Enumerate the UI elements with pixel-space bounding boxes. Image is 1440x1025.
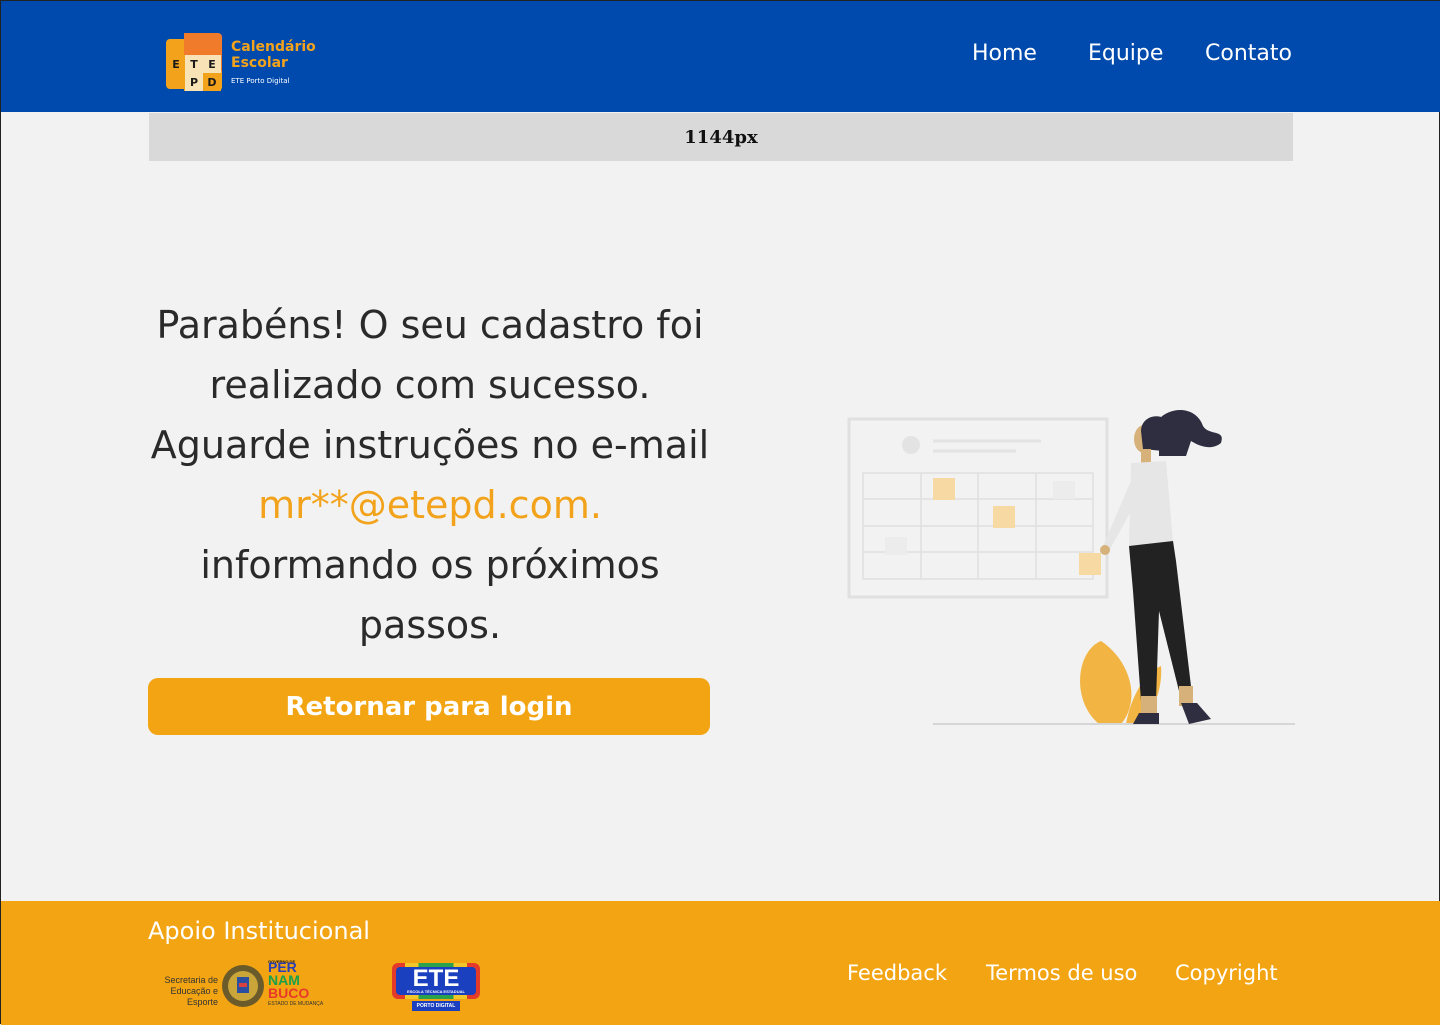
- footer-link-terms[interactable]: Termos de uso: [986, 961, 1137, 985]
- logo-title: Calendário Escolar: [231, 39, 316, 71]
- nav-equipe[interactable]: Equipe: [1088, 41, 1163, 66]
- nav-home[interactable]: Home: [972, 41, 1037, 66]
- pe-subtitle: ESTADO DE MUDANÇA: [268, 1001, 324, 1007]
- masked-email: mr**@etepd.com.: [258, 483, 602, 527]
- footer-title: Apoio Institucional: [148, 917, 370, 945]
- footer-link-copyright[interactable]: Copyright: [1175, 961, 1278, 985]
- app-logo[interactable]: E T E P D Calendário Escolar ETE Porto D…: [166, 29, 336, 93]
- logo-grid-icon: E T E P D: [166, 33, 222, 91]
- return-to-login-button[interactable]: Retornar para login: [148, 678, 710, 735]
- site-header: E T E P D Calendário Escolar ETE Porto D…: [1, 1, 1440, 112]
- message-text-end: informando os próximos passos.: [200, 543, 660, 647]
- site-footer: Apoio Institucional Secretaria de Educaç…: [1, 901, 1440, 1025]
- logo-subtitle: ETE Porto Digital: [231, 77, 290, 85]
- coat-of-arms-icon: [222, 965, 264, 1007]
- secretaria-logo: Secretaria de Educação e Esporte GOVERNO…: [148, 959, 333, 1011]
- footer-link-feedback[interactable]: Feedback: [847, 961, 947, 985]
- secretaria-text: Secretaria de Educação e Esporte: [164, 975, 218, 1007]
- calendar-woman-illustration: [847, 409, 1295, 725]
- nav-contato[interactable]: Contato: [1205, 41, 1292, 66]
- ete-logo: ETE ESCOLA TÉCNICA ESTADUAL PORTO DIGITA…: [392, 963, 480, 1013]
- message-text-start: Parabéns! O seu cadastro foi realizado c…: [150, 303, 710, 467]
- success-message: Parabéns! O seu cadastro foi realizado c…: [149, 295, 711, 655]
- width-indicator: 1144px: [149, 113, 1293, 161]
- pernambuco-logo: PER NAM BUCO: [268, 959, 310, 1001]
